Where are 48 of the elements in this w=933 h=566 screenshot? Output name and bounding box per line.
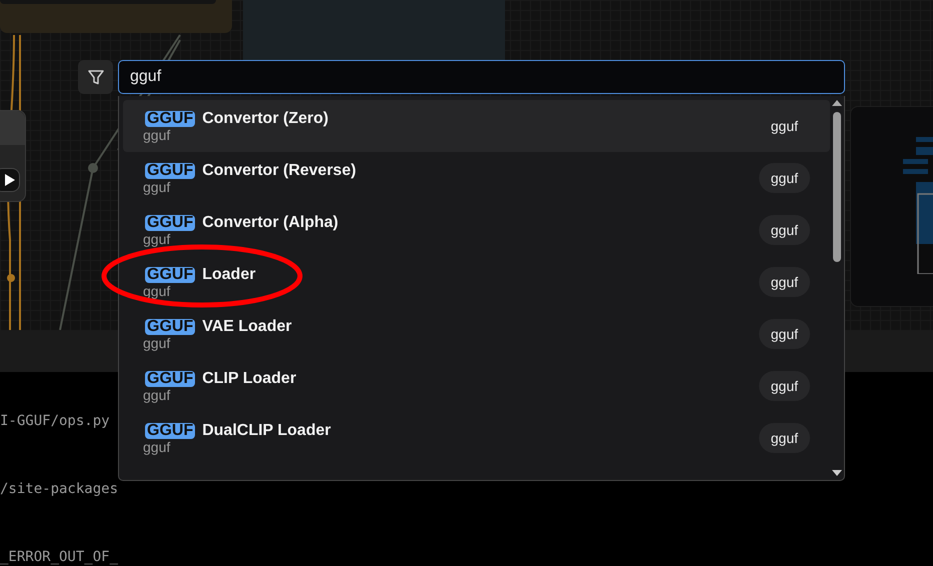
prefix-label: GGUF	[145, 162, 196, 178]
result-title: DualCLIP Loader	[202, 422, 331, 440]
source-label: gguf	[758, 163, 810, 193]
prefix-label: GGUF	[145, 370, 196, 386]
result-title: Loader	[202, 266, 256, 284]
source-label: gguf	[770, 117, 799, 136]
result-item[interactable]: GGUF Convertor (Reverse) gguf gguf	[123, 152, 830, 204]
source-label: gguf	[758, 267, 810, 297]
result-category: gguf	[143, 440, 172, 454]
prefix-label: GGUF	[145, 266, 196, 282]
play-icon	[5, 174, 15, 186]
result-title: CLIP Loader	[202, 370, 296, 388]
result-category: gguf	[143, 180, 172, 194]
result-title: VAE Loader	[202, 318, 292, 336]
wire-dot	[7, 274, 15, 282]
result-item[interactable]: GGUF CLIP Loader gguf gguf	[123, 360, 830, 412]
prefix-label: GGUF	[145, 318, 196, 334]
result-item[interactable]: GGUF VAE Loader gguf gguf	[123, 308, 830, 360]
filter-button[interactable]	[78, 60, 113, 94]
result-category: gguf	[143, 388, 172, 402]
result-category: gguf	[143, 336, 172, 350]
scroll-down-icon[interactable]	[832, 470, 842, 476]
result-item[interactable]: GGUF DualCLIP Loader gguf gguf	[123, 412, 830, 464]
scroll-thumb[interactable]	[833, 112, 841, 262]
prefix-label: GGUF	[145, 214, 196, 230]
result-item[interactable]: GGUF Loader gguf gguf	[123, 256, 830, 308]
wire-dot	[88, 163, 98, 173]
source-label: gguf	[758, 319, 810, 349]
result-category: gguf	[143, 232, 172, 246]
source-label: gguf	[758, 371, 810, 401]
search-field[interactable]: gguf	[118, 60, 845, 94]
result-category: gguf	[143, 128, 172, 142]
prefix-label: GGUF	[145, 422, 196, 438]
filter-icon	[86, 68, 104, 86]
terminal-line: /site-packages	[0, 480, 118, 498]
terminal-line: _ERROR_OUT_OF_	[0, 548, 118, 566]
terminal-line: I-GGUF/ops.py	[0, 412, 110, 430]
play-button[interactable]	[0, 168, 20, 192]
result-title: Convertor (Alpha)	[202, 214, 338, 232]
result-item[interactable]: GGUF Convertor (Zero) gguf gguf	[123, 100, 830, 152]
scroll-up-icon[interactable]	[832, 100, 842, 106]
source-label: gguf	[758, 215, 810, 245]
prefix-label: GGUF	[145, 110, 196, 126]
result-title: Convertor (Zero)	[202, 110, 328, 128]
source-label: gguf	[758, 423, 810, 453]
result-item[interactable]: GGUF Convertor (Alpha) gguf gguf	[123, 204, 830, 256]
result-title: Convertor (Reverse)	[202, 162, 356, 180]
result-category: gguf	[143, 284, 172, 298]
